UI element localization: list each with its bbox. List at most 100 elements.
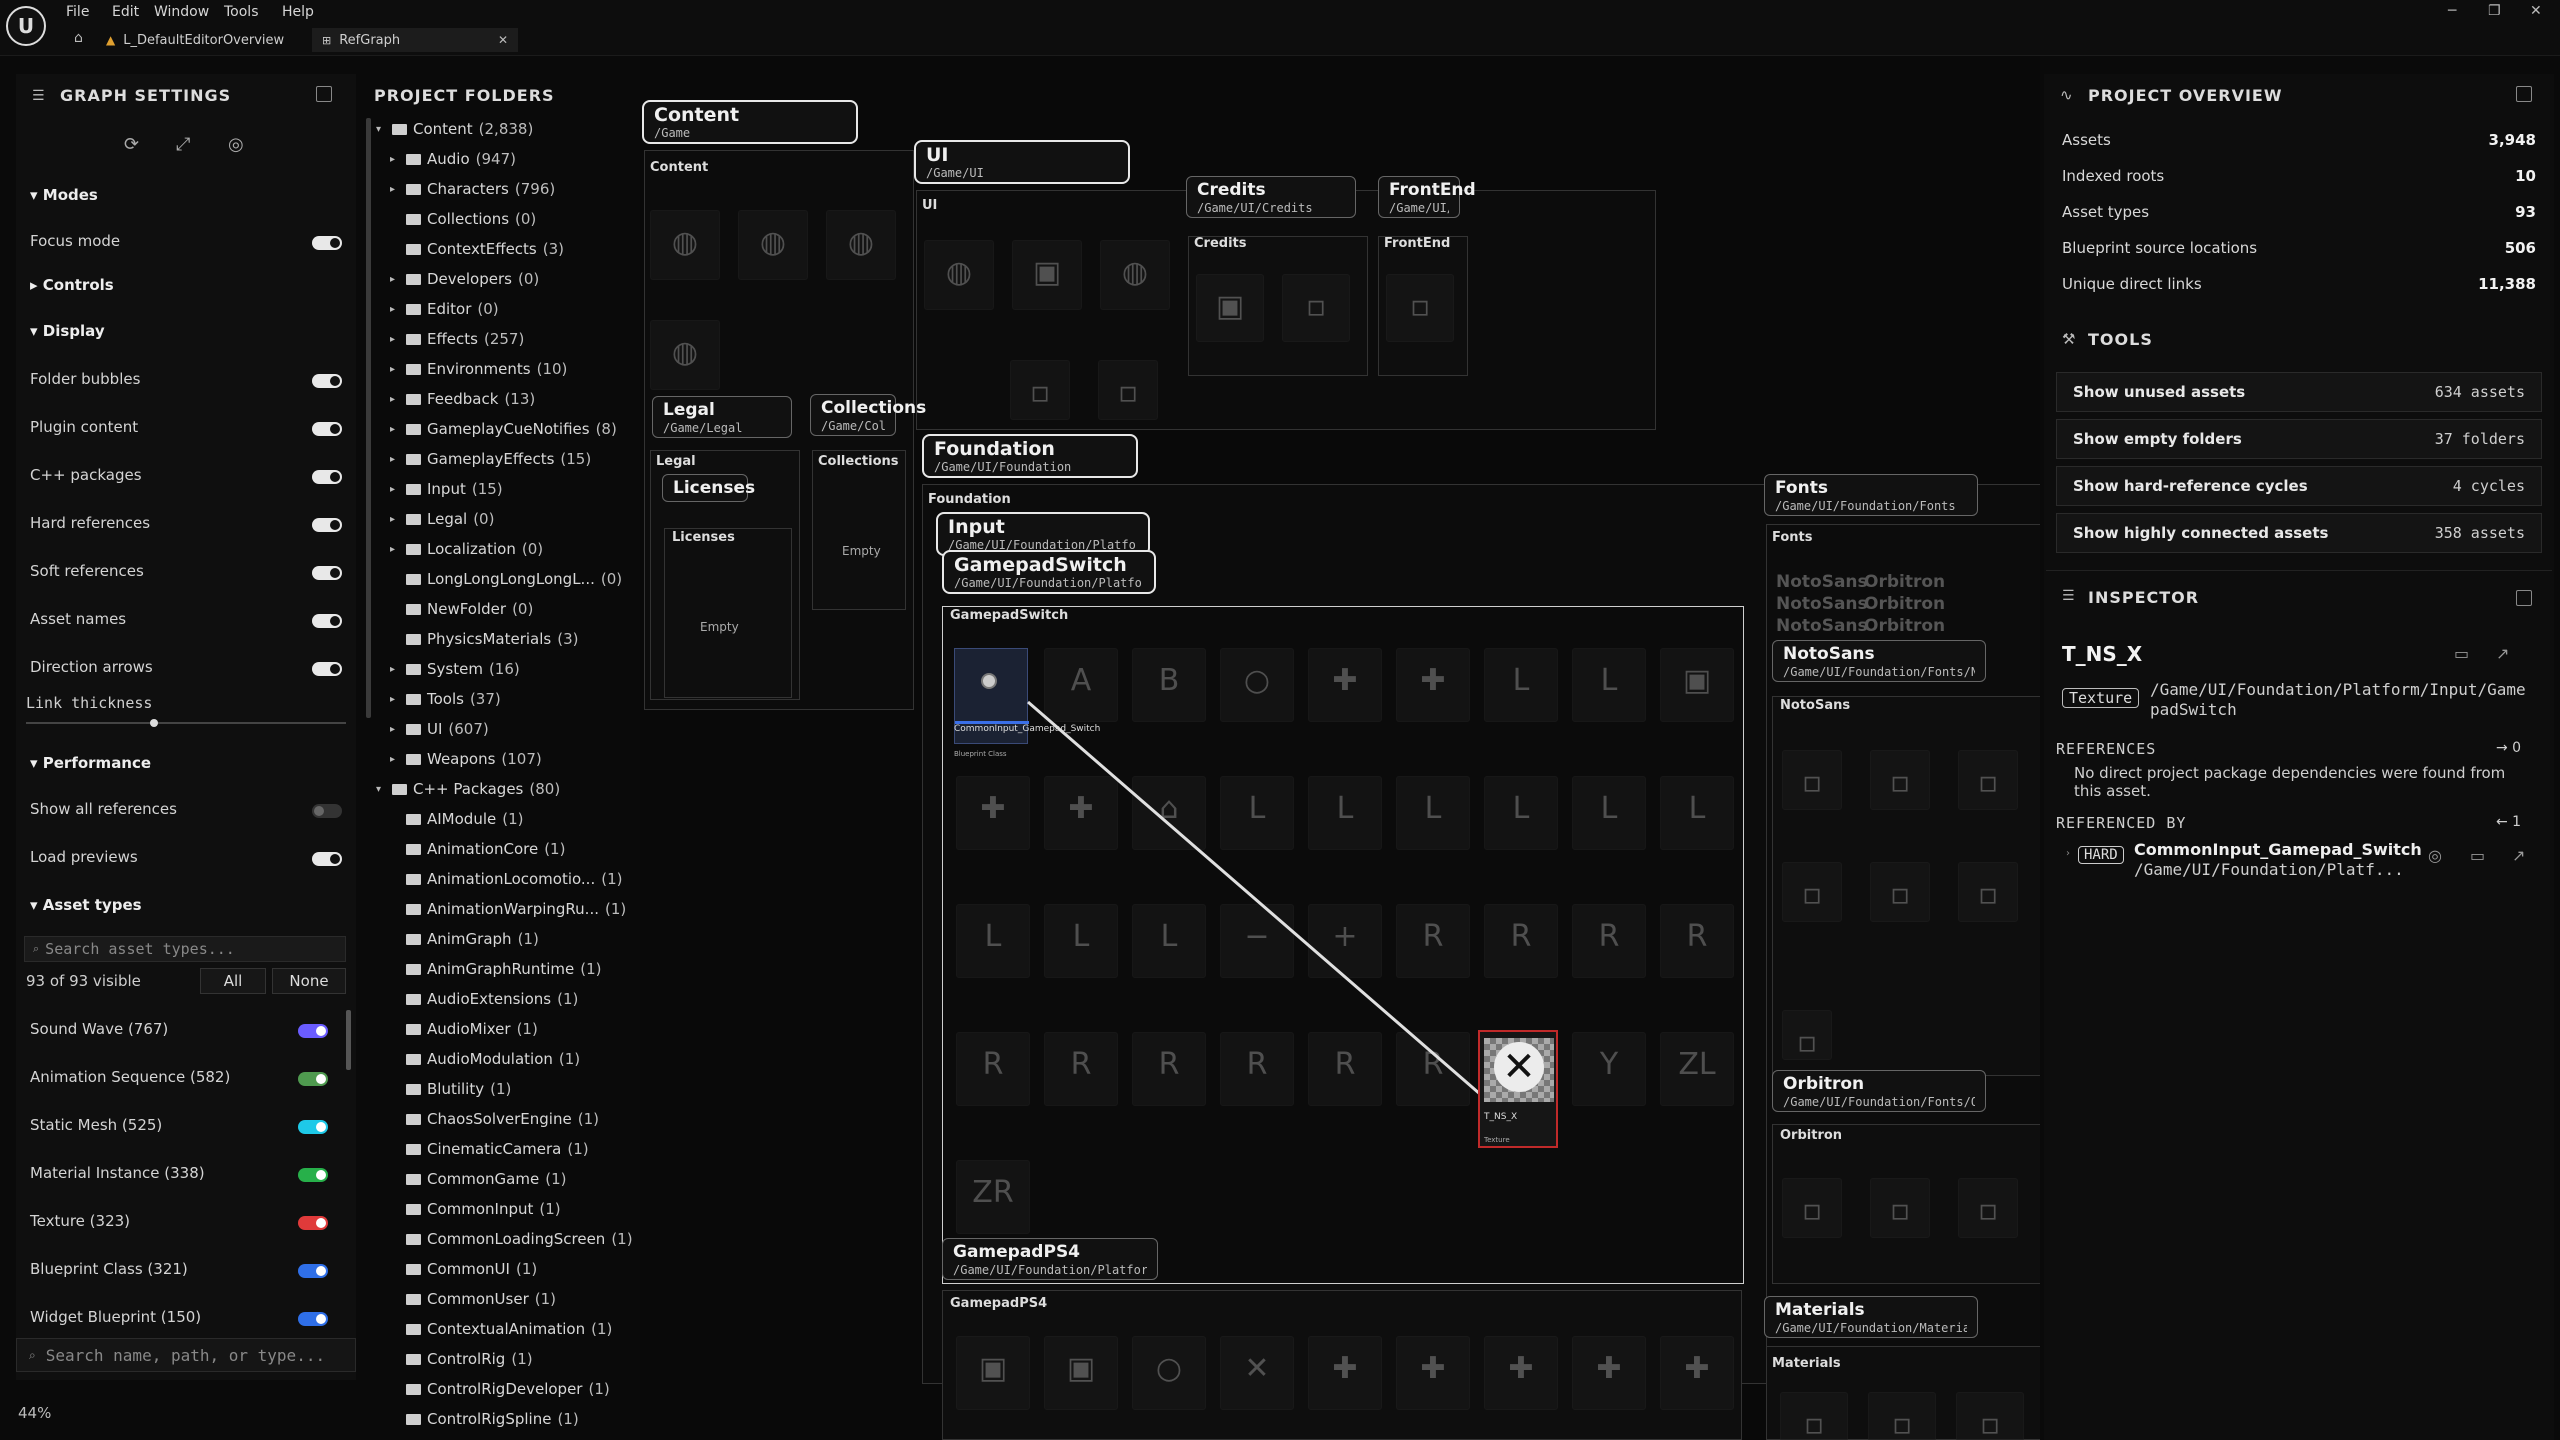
collapse-panel-icon[interactable] bbox=[316, 86, 332, 102]
folder-item[interactable]: ▸ Localization (0) bbox=[390, 538, 543, 560]
folder-cpp-packages[interactable]: ▾ C++ Packages (80) bbox=[376, 778, 560, 800]
cpp-package-item[interactable]: AnimGraphRuntime (1) bbox=[390, 958, 601, 980]
asset-tile[interactable]: R bbox=[1044, 1032, 1118, 1106]
asset-tile[interactable]: ▫ bbox=[1282, 274, 1350, 342]
asset-tile[interactable]: R bbox=[1572, 904, 1646, 978]
asset-type-toggle[interactable] bbox=[298, 1168, 328, 1182]
asset-tile[interactable]: R bbox=[1396, 1032, 1470, 1106]
target-icon[interactable]: ◎ bbox=[228, 134, 244, 155]
asset-tile[interactable]: L bbox=[1396, 776, 1470, 850]
cpp-package-item[interactable]: AudioMixer (1) bbox=[390, 1018, 538, 1040]
folder-item[interactable]: ▸ GameplayEffects (15) bbox=[390, 448, 591, 470]
menu-item[interactable]: Window bbox=[154, 4, 209, 20]
cpp-package-item[interactable]: ControlRigDeveloper (1) bbox=[390, 1378, 610, 1400]
orbitron-title[interactable]: Orbitron/Game/UI/Foundation/Fonts/Orbitr… bbox=[1772, 1070, 1986, 1112]
cpp-package-item[interactable]: AudioExtensions (1) bbox=[390, 988, 578, 1010]
asset-tile[interactable]: ▫ bbox=[1868, 1392, 1936, 1440]
folder-item[interactable]: PhysicsMaterials (3) bbox=[390, 628, 578, 650]
asset-tile[interactable]: L bbox=[1132, 904, 1206, 978]
asset-tile[interactable]: ▫ bbox=[1870, 750, 1930, 810]
chevron-icon[interactable]: ▸ bbox=[390, 514, 400, 525]
chevron-icon[interactable]: ▸ bbox=[390, 304, 400, 315]
folder-item[interactable]: ▸ Audio (947) bbox=[390, 148, 516, 170]
asset-tile[interactable]: ▫ bbox=[1782, 862, 1842, 922]
menu-item[interactable]: Help bbox=[282, 4, 314, 20]
chevron-icon[interactable]: ▸ bbox=[390, 544, 400, 555]
asset-tile[interactable]: ◍ bbox=[826, 210, 896, 280]
all-button[interactable]: All bbox=[200, 968, 266, 994]
folder-item[interactable]: LongLongLongLongL... (0) bbox=[390, 568, 622, 590]
asset-tile[interactable]: ✚ bbox=[1660, 1336, 1734, 1410]
display-item-toggle[interactable] bbox=[312, 374, 342, 388]
asset-type-toggle[interactable] bbox=[298, 1024, 328, 1038]
close-icon[interactable]: ✕ bbox=[498, 33, 508, 47]
asset-tile[interactable]: ▣ bbox=[1660, 648, 1734, 722]
asset-tile[interactable]: ▣ bbox=[956, 1336, 1030, 1410]
asset-tile[interactable]: R bbox=[1132, 1032, 1206, 1106]
chevron-icon[interactable]: ▸ bbox=[390, 274, 400, 285]
modes-header[interactable]: ▾ Modes bbox=[30, 186, 98, 204]
asset-tile[interactable]: ▫ bbox=[1782, 750, 1842, 810]
folder-item[interactable]: ▸ Characters (796) bbox=[390, 178, 555, 200]
cpp-package-item[interactable]: CommonLoadingScreen (1) bbox=[390, 1228, 633, 1250]
notosans-title[interactable]: NotoSans/Game/UI/Foundation/Fonts/NotoSa… bbox=[1772, 640, 1986, 682]
asset-tile[interactable]: ▫ bbox=[1780, 1392, 1848, 1440]
asset-tile[interactable]: L bbox=[1220, 776, 1294, 850]
asset-tile[interactable]: B bbox=[1132, 648, 1206, 722]
asset-tile[interactable]: ▫ bbox=[1098, 360, 1158, 420]
asset-tile[interactable]: L bbox=[1484, 776, 1558, 850]
asset-tile[interactable]: L bbox=[1572, 648, 1646, 722]
open-folder-icon[interactable]: ▭ bbox=[2454, 644, 2469, 663]
display-header[interactable]: ▾ Display bbox=[30, 322, 105, 340]
ui-title[interactable]: UI/Game/UI bbox=[914, 140, 1130, 184]
asset-tile[interactable]: ▣ bbox=[1044, 1336, 1118, 1410]
legal-title[interactable]: Legal/Game/Legal bbox=[652, 396, 792, 438]
link-thickness-handle[interactable] bbox=[150, 719, 158, 727]
folder-item[interactable]: ▸ Tools (37) bbox=[390, 688, 501, 710]
focus-icon[interactable]: ◎ bbox=[2428, 846, 2442, 865]
asset-tile[interactable]: ▫ bbox=[1958, 1178, 2018, 1238]
cpp-package-item[interactable]: CommonUser (1) bbox=[390, 1288, 556, 1310]
asset-tile[interactable]: R bbox=[1660, 904, 1734, 978]
asset-tile[interactable]: ✚ bbox=[1396, 1336, 1470, 1410]
asset-tile[interactable]: ✚ bbox=[1308, 1336, 1382, 1410]
home-icon[interactable]: ⌂ bbox=[74, 30, 83, 46]
asset-type-toggle[interactable] bbox=[298, 1072, 328, 1086]
folder-item[interactable]: ContextEffects (3) bbox=[390, 238, 564, 260]
asset-tile[interactable]: ▫ bbox=[1010, 360, 1070, 420]
gamepadswitch-title[interactable]: GamepadSwitch/Game/UI/Foundation/Platfor… bbox=[942, 550, 1156, 594]
cpp-package-item[interactable]: AnimationCore (1) bbox=[390, 838, 565, 860]
cpp-package-item[interactable]: AnimationLocomotio... (1) bbox=[390, 868, 622, 890]
selected-node[interactable]: ✕ bbox=[1478, 1030, 1558, 1148]
folder-item[interactable]: ▸ Editor (0) bbox=[390, 298, 499, 320]
folder-item[interactable]: ▸ GameplayCueNotifies (8) bbox=[390, 418, 617, 440]
asset-tile[interactable]: ▫ bbox=[1958, 750, 2018, 810]
window-close-icon[interactable]: ✕ bbox=[2530, 3, 2542, 19]
asset-tile[interactable]: L bbox=[1484, 648, 1558, 722]
asset-tile[interactable]: R bbox=[1484, 904, 1558, 978]
chevron-icon[interactable]: ▾ bbox=[376, 784, 386, 795]
asset-tile[interactable]: ▫ bbox=[1956, 1392, 2024, 1440]
asset-tile[interactable]: ✚ bbox=[956, 776, 1030, 850]
asset-tile[interactable]: L bbox=[1572, 776, 1646, 850]
folder-item[interactable]: ▸ Environments (10) bbox=[390, 358, 567, 380]
load-previews-toggle[interactable] bbox=[312, 852, 342, 866]
asset-tile[interactable]: ⌂ bbox=[1132, 776, 1206, 850]
cpp-package-item[interactable]: CommonGame (1) bbox=[390, 1168, 566, 1190]
folder-item[interactable]: ▸ Effects (257) bbox=[390, 328, 524, 350]
folder-content[interactable]: ▾ Content (2,838) bbox=[376, 118, 533, 140]
chevron-icon[interactable]: ▸ bbox=[390, 364, 400, 375]
display-item-toggle[interactable] bbox=[312, 422, 342, 436]
folder-icon[interactable]: ▭ bbox=[2470, 846, 2485, 865]
tab-refgraph[interactable]: ⊞ RefGraph ✕ bbox=[312, 28, 518, 52]
asset-tile[interactable]: ✚ bbox=[1044, 776, 1118, 850]
menu-item[interactable]: File bbox=[66, 4, 89, 20]
cpp-package-item[interactable]: ChaosSolverEngine (1) bbox=[390, 1108, 599, 1130]
none-button[interactable]: None bbox=[272, 968, 346, 994]
asset-tile[interactable]: + bbox=[1308, 904, 1382, 978]
asset-tile[interactable]: ▫ bbox=[1782, 1178, 1842, 1238]
licenses-title[interactable]: Licenses bbox=[662, 474, 755, 502]
asset-type-toggle[interactable] bbox=[298, 1120, 328, 1134]
asset-tile[interactable]: Y bbox=[1572, 1032, 1646, 1106]
asset-tile[interactable]: ▫ bbox=[1870, 862, 1930, 922]
